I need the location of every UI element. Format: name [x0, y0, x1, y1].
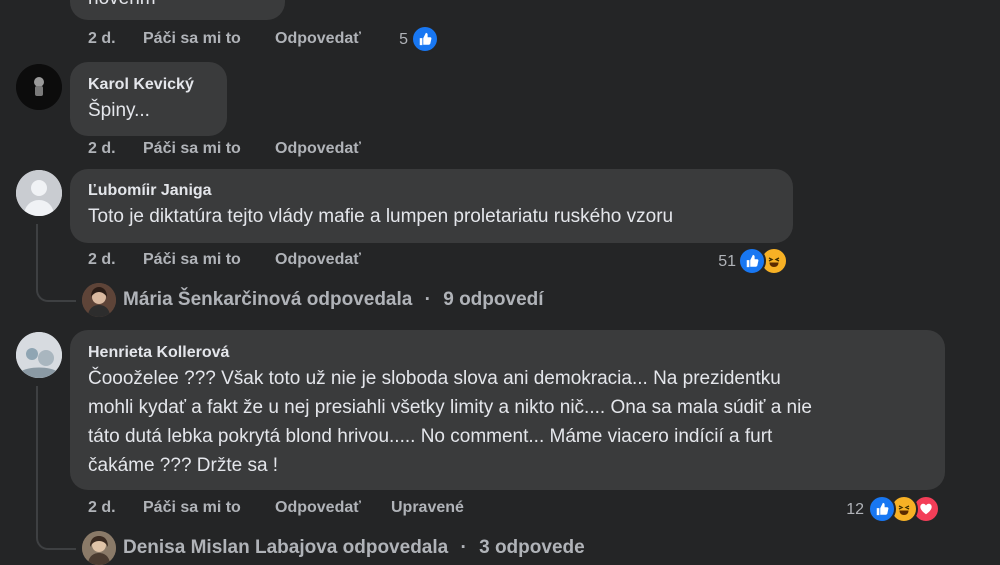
- comment-text-line: mohli kydať a fakt že u nej presiahli vš…: [88, 397, 812, 418]
- comment-actions: 2 d. Páči sa mi to Odpovedať: [88, 251, 388, 271]
- like-link[interactable]: Páči sa mi to: [143, 251, 241, 269]
- avatar[interactable]: [16, 332, 62, 378]
- avatar[interactable]: [16, 64, 62, 110]
- like-reaction-icon[interactable]: [868, 495, 896, 523]
- like-link[interactable]: Páči sa mi to: [143, 30, 241, 48]
- comment-time[interactable]: 2 d.: [88, 30, 116, 48]
- like-link[interactable]: Páči sa mi to: [143, 140, 241, 158]
- comment-text-line: čakáme ??? Držte sa !: [88, 455, 279, 476]
- comment-bubble: Henrieta Kollerová Čoooželee ??? Však to…: [70, 330, 945, 490]
- thread-line-curve: [36, 530, 76, 550]
- thread-line-curve: [36, 282, 76, 302]
- comment-actions: 2 d. Páči sa mi to Odpovedať Upravené: [88, 499, 508, 519]
- like-link[interactable]: Páči sa mi to: [143, 499, 241, 517]
- replies-count: 9 odpovedí: [443, 289, 544, 310]
- thread-line: [36, 224, 38, 284]
- thread-line: [36, 386, 38, 532]
- edited-label[interactable]: Upravené: [391, 499, 464, 517]
- comment-text: Toto je diktatúra tejto vlády mafie a lu…: [88, 206, 674, 227]
- like-reaction-icon[interactable]: [738, 247, 766, 275]
- view-replies-link[interactable]: Denisa Mislan Labajova odpovedala · 3 od…: [123, 537, 585, 559]
- comment-actions: 2 d. Páči sa mi to Odpovedať: [88, 30, 388, 50]
- comment-time[interactable]: 2 d.: [88, 140, 116, 158]
- view-replies-link[interactable]: Mária Šenkarčinová odpovedala · 9 odpove…: [123, 289, 544, 311]
- separator: ·: [424, 289, 431, 310]
- replies-count: 3 odpovede: [479, 537, 585, 558]
- reply-link[interactable]: Odpovedať: [275, 30, 361, 48]
- comment-bubble: Ľubomíir Janiga Toto je diktatúra tejto …: [70, 169, 793, 243]
- reply-link[interactable]: Odpovedať: [275, 251, 361, 269]
- reply-link[interactable]: Odpovedať: [275, 499, 361, 517]
- comment-author[interactable]: Karol Kevický: [88, 76, 194, 94]
- comment-text-partial: novenm: [88, 0, 156, 13]
- comment-bubble: Karol Kevický Špiny...: [70, 62, 227, 136]
- separator: ·: [460, 537, 467, 558]
- comment-text-line: táto dutá lebka pokrytá blond hrivou....…: [88, 426, 773, 447]
- reply-avatar[interactable]: [82, 531, 116, 565]
- comment-actions: 2 d. Páči sa mi to Odpovedať: [88, 140, 388, 160]
- replies-author-label: Mária Šenkarčinová odpovedala: [123, 289, 413, 310]
- comment-bubble-partial: novenm: [70, 0, 285, 20]
- comment-time[interactable]: 2 d.: [88, 499, 116, 517]
- comment-time[interactable]: 2 d.: [88, 251, 116, 269]
- comment-author[interactable]: Henrieta Kollerová: [88, 344, 229, 362]
- comment-text: Špiny...: [88, 100, 150, 121]
- reaction-count[interactable]: 12: [842, 501, 864, 519]
- like-reaction-icon[interactable]: [411, 25, 439, 53]
- reply-link[interactable]: Odpovedať: [275, 140, 361, 158]
- reply-avatar[interactable]: [82, 283, 116, 317]
- comment-text-line: Čoooželee ??? Však toto už nie je slobod…: [88, 368, 781, 389]
- comment-author[interactable]: Ľubomíir Janiga: [88, 182, 212, 200]
- avatar[interactable]: [16, 170, 62, 216]
- reaction-count[interactable]: 51: [708, 253, 736, 271]
- replies-author-label: Denisa Mislan Labajova odpovedala: [123, 537, 449, 558]
- reaction-count[interactable]: 5: [390, 31, 408, 49]
